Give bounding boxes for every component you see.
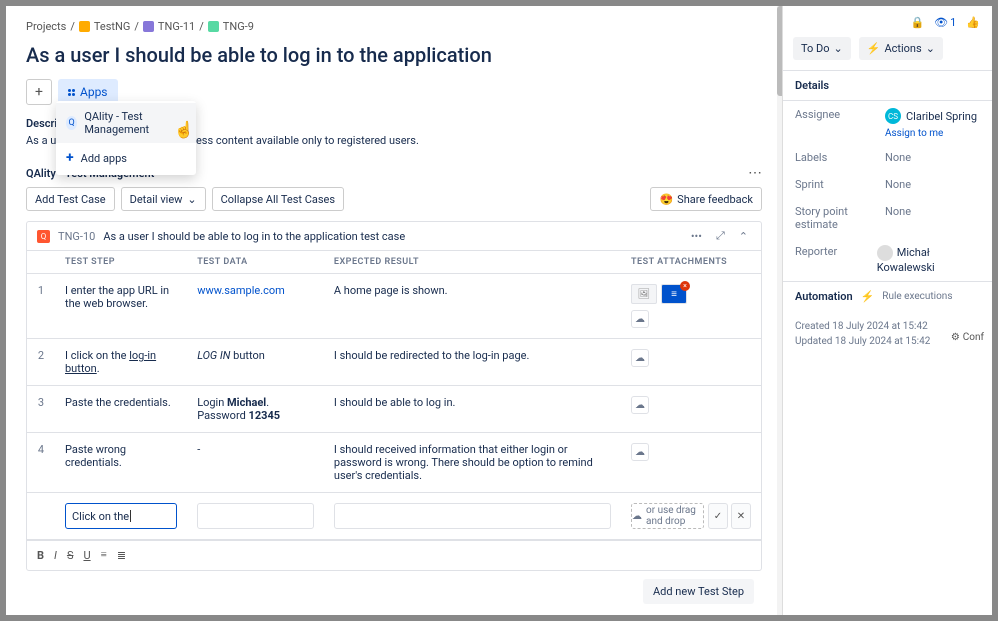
assignee-label: Assignee <box>795 108 885 124</box>
upload-icon[interactable]: ☁ <box>631 443 649 461</box>
chevron-down-icon: ⌄ <box>187 193 196 206</box>
col-step: TEST STEP <box>55 251 187 274</box>
details-header[interactable]: Details <box>783 70 992 101</box>
remove-icon[interactable]: × <box>680 281 690 291</box>
view-select[interactable]: Detail view⌄ <box>121 187 206 211</box>
upload-icon[interactable]: ☁ <box>631 396 649 414</box>
upload-icon[interactable]: ☁ <box>631 310 649 328</box>
attachment-thumb[interactable]: ≡× <box>661 284 687 304</box>
dropdown-label: Add apps <box>81 152 127 165</box>
rule-executions-link[interactable]: Rule executions <box>882 291 952 302</box>
list-ol-button[interactable]: ≡ <box>101 549 107 562</box>
breadcrumb-projects[interactable]: Projects <box>26 20 66 33</box>
watchers-button[interactable]: 👁 1 <box>934 16 956 29</box>
qality-icon: Q <box>66 116 77 130</box>
step-input[interactable]: Click on the <box>65 503 177 529</box>
more-icon[interactable]: ••• <box>688 230 705 243</box>
labels-value[interactable]: None <box>885 151 911 164</box>
configure-button[interactable]: ⚙ Conf <box>951 332 984 343</box>
table-row[interactable]: 4 Paste wrong credentials. - I should re… <box>27 433 761 493</box>
breadcrumb-issue[interactable]: TNG-9 <box>223 20 254 33</box>
testcase-icon: Q <box>37 230 50 243</box>
italic-button[interactable]: I <box>54 549 57 562</box>
actions-button[interactable]: ⚡Actions ⌄ <box>859 37 943 60</box>
dropdown-add-apps[interactable]: + Add apps <box>56 143 196 173</box>
story-icon <box>208 21 219 32</box>
col-att: TEST ATTACHMENTS <box>621 251 761 274</box>
col-result: EXPECTED RESULT <box>324 251 621 274</box>
add-test-case-button[interactable]: Add Test Case <box>26 187 115 211</box>
testcase-title[interactable]: As a user I should be able to log in to … <box>103 230 405 243</box>
share-feedback-button[interactable]: 😍Share feedback <box>650 187 762 211</box>
format-toolbar: B I S U ≡ ≣ <box>27 540 761 570</box>
confirm-button[interactable]: ✓ <box>708 503 728 529</box>
testcase-key[interactable]: TNG-10 <box>58 230 95 243</box>
status-button[interactable]: To Do ⌄ <box>793 37 851 60</box>
attachment-dropzone[interactable]: ☁ or use drag and drop <box>631 503 704 529</box>
table-row[interactable]: 3 Paste the credentials. Login Michael. … <box>27 386 761 433</box>
list-ul-button[interactable]: ≣ <box>117 549 126 562</box>
upload-icon[interactable]: ☁ <box>631 349 649 367</box>
result-input[interactable] <box>334 503 611 529</box>
add-button[interactable]: + <box>26 79 52 105</box>
col-data: TEST DATA <box>187 251 324 274</box>
assignee-value[interactable]: CSClaribel Spring <box>885 108 977 124</box>
avatar-badge: CS <box>885 108 901 124</box>
underline-button[interactable]: U <box>83 549 90 562</box>
plus-icon: + <box>66 150 74 166</box>
breadcrumb-project[interactable]: TestNG <box>94 20 130 33</box>
strike-button[interactable]: S <box>67 549 74 562</box>
storypoints-label: Story point estimate <box>795 205 885 231</box>
edit-row: Click on the ☁ or use drag and drop ✓ ✕ <box>27 493 761 540</box>
chevron-down-icon: ⌄ <box>834 42 843 55</box>
lock-icon[interactable]: 🔒 <box>910 16 924 29</box>
collapse-icon[interactable]: ⌃ <box>736 230 751 243</box>
project-icon <box>79 21 90 32</box>
labels-label: Labels <box>795 151 885 164</box>
bold-button[interactable]: B <box>37 549 44 562</box>
collapse-button[interactable]: Collapse All Test Cases <box>212 187 344 211</box>
data-link[interactable]: www.sample.com <box>197 284 285 297</box>
epic-icon <box>143 21 154 32</box>
sprint-value[interactable]: None <box>885 178 911 191</box>
breadcrumb-parent[interactable]: TNG-11 <box>158 20 195 33</box>
data-input[interactable] <box>197 503 314 529</box>
attachment-thumb[interactable]: 🖼 <box>631 284 657 304</box>
storypoints-value[interactable]: None <box>885 205 911 231</box>
assign-to-me-link[interactable]: Assign to me <box>783 128 992 139</box>
cancel-button[interactable]: ✕ <box>731 503 751 529</box>
sprint-label: Sprint <box>795 178 885 191</box>
test-case-card: Q TNG-10 As a user I should be able to l… <box>26 221 762 571</box>
apps-icon <box>68 89 75 96</box>
automation-label[interactable]: Automation <box>795 290 853 303</box>
reporter-label: Reporter <box>795 245 877 274</box>
dropdown-label: QAlity - Test Management <box>84 110 186 136</box>
like-icon[interactable]: 👍 <box>966 16 980 29</box>
heart-icon: 😍 <box>659 193 673 206</box>
chevron-down-icon: ⌄ <box>926 42 935 55</box>
issue-title[interactable]: As a user I should be able to log in to … <box>26 43 762 67</box>
bolt-icon: ⚡ <box>867 42 881 55</box>
avatar <box>877 245 893 261</box>
panel-more-icon[interactable]: ⋯ <box>748 165 762 181</box>
table-row[interactable]: 1 I enter the app URL in the web browser… <box>27 274 761 339</box>
expand-icon[interactable]: ⤢ <box>713 229 728 243</box>
breadcrumb: Projects / TestNG / TNG-11 / TNG-9 <box>26 20 762 33</box>
apps-label: Apps <box>80 85 108 99</box>
reporter-value[interactable]: Michał Kowalewski <box>877 245 980 274</box>
bolt-icon: ⚡ <box>861 290 875 303</box>
details-sidebar: 🔒 👁 1 👍 To Do ⌄ ⚡Actions ⌄ Details Assig… <box>782 6 992 615</box>
cursor-icon: ☝ <box>174 120 194 139</box>
table-row[interactable]: 2 I click on the log-in button. LOG IN b… <box>27 339 761 386</box>
add-step-button[interactable]: Add new Test Step <box>643 579 754 604</box>
